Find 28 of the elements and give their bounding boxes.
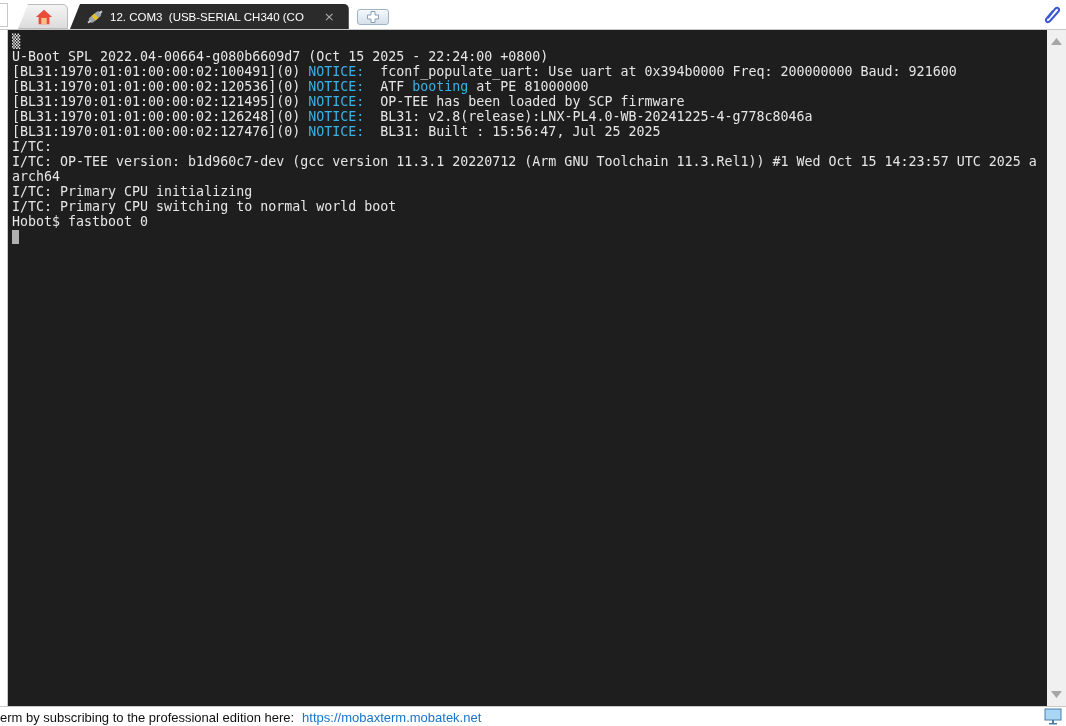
terminal-line: U-Boot SPL 2022.04-00664-g080b6609d7 (Oct 15 2025 - 22:24:00 +0800) (12, 49, 550, 64)
terminal-line: [BL31:1970:01:01:00:00:02:121495](0) NOTICE: OP-TEE has been loaded by SCP firmware (12, 94, 686, 109)
scroll-down-icon[interactable] (1051, 691, 1062, 698)
terminal-line: I/TC: Primary CPU switching to normal world boot (12, 199, 398, 214)
tab-label: 12. COM3 (USB-SERIAL CH340 (CO (110, 10, 304, 23)
monitor-icon[interactable] (1044, 708, 1062, 725)
paperclip-icon[interactable] (1044, 6, 1060, 24)
new-tab-button[interactable] (356, 9, 389, 25)
plus-icon (366, 11, 379, 23)
scroll-up-icon[interactable] (1051, 38, 1062, 45)
terminal-line: Hobot$ fastboot 0 (12, 214, 150, 229)
close-button[interactable]: × (309, 9, 335, 24)
terminal-line: I/TC: (12, 139, 54, 154)
terminal-line: I/TC: OP-TEE version: b1d960c7-dev (gcc version 11.3.1 20220712 (Arm GNU Toolchain 11.3.Rel1)) #1 Wed Oct 15 14:23:57 UTC 2025 a (12, 154, 1038, 169)
terminal-line: [BL31:1970:01:01:00:00:02:120536](0) NOTICE: ATF booting at PE 81000000 (12, 79, 590, 94)
terminal-line: I/TC: Primary CPU initializing (12, 184, 254, 199)
terminal-line: arch64 (12, 169, 61, 184)
status-message: erm by subscribing to the professional edition here: (0, 709, 295, 725)
terminal-line: ▒ (12, 34, 22, 49)
terminal-line: [BL31:1970:01:01:00:00:02:100491](0) NOTICE: fconf_populate_uart: Use uart at 0x394b0000 Freq: 200000000 Baud: 921600 (12, 64, 958, 79)
house-icon (35, 7, 53, 26)
home-tab[interactable] (18, 4, 68, 29)
terminal-line: [BL31:1970:01:01:00:00:02:127476](0) NOTICE: BL31: Built : 15:56:47, Jul 25 2025 (12, 124, 662, 139)
website-link[interactable]: https://mobaxterm.mobatek.net (302, 709, 482, 725)
terminal-line: [BL31:1970:01:01:00:00:02:126248](0) NOTICE: BL31: v2.8(release):LNX-PL4.0-WB-20241225-4-g778c8046a (12, 109, 814, 124)
text-cursor (12, 230, 19, 244)
side-panel-edge (0, 3, 8, 27)
session-tab[interactable]: 12. COM3 (USB-SERIAL CH340 (CO × (70, 4, 349, 29)
